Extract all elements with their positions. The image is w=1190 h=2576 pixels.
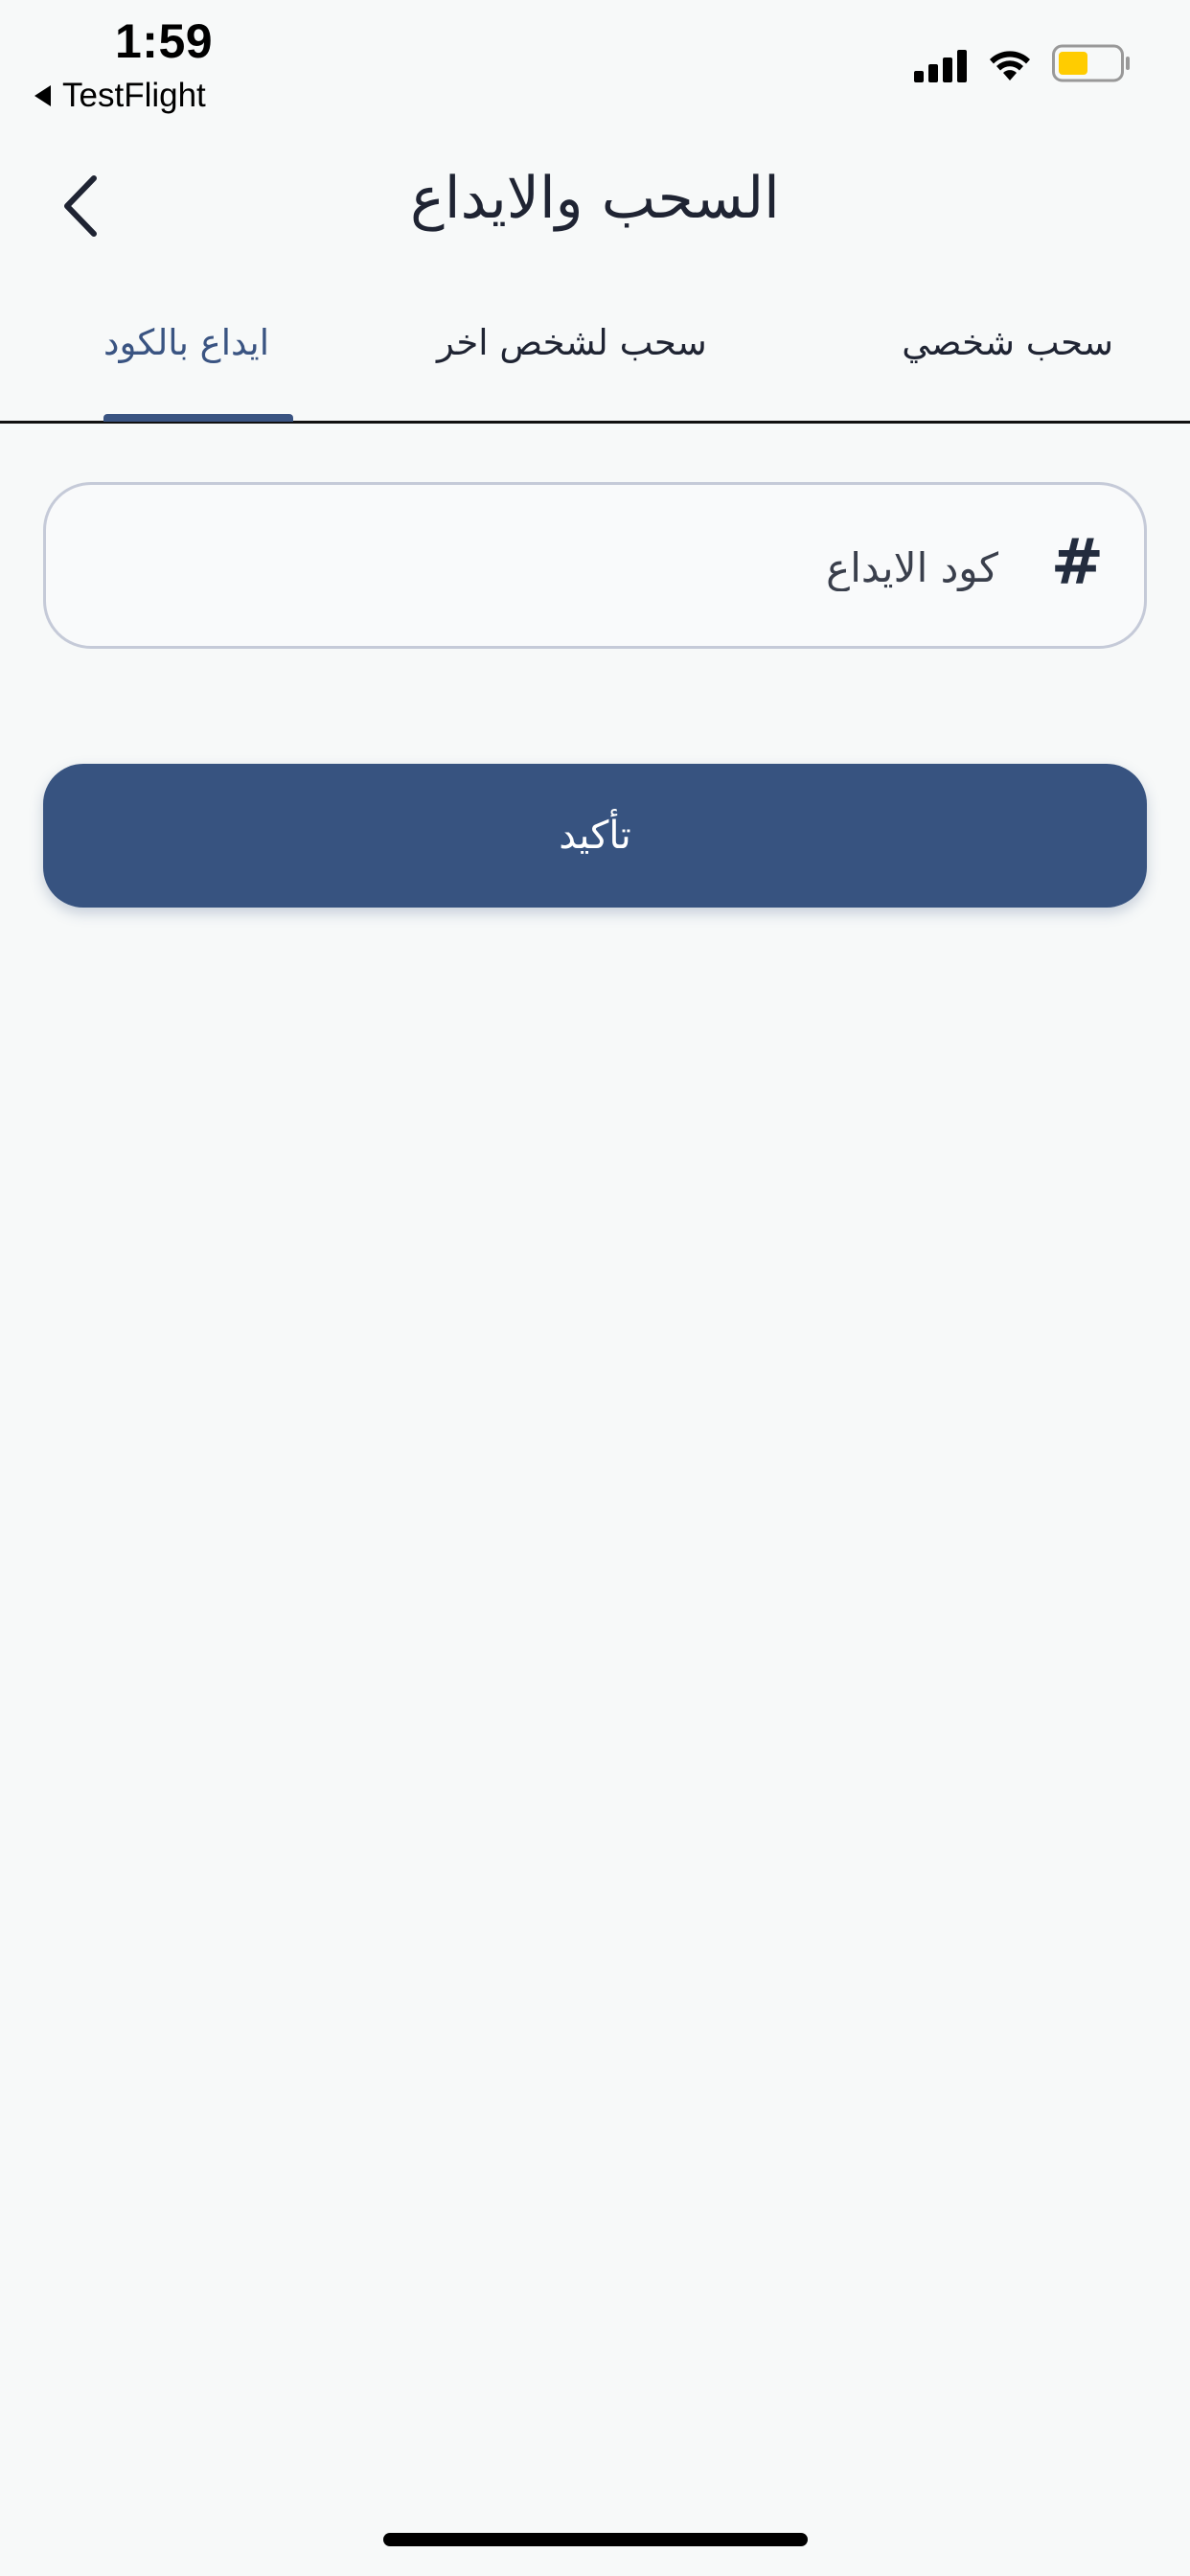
back-to-app-link[interactable]: TestFlight: [34, 77, 206, 115]
back-triangle-icon: [34, 85, 51, 106]
status-bar: 1:59 TestFlight: [0, 0, 1190, 125]
tab-withdraw-for-other[interactable]: سحب لشخص اخر: [437, 322, 707, 363]
tab-personal-withdraw[interactable]: سحب شخصي: [902, 322, 1113, 363]
deposit-code-input[interactable]: [84, 523, 1000, 611]
home-indicator[interactable]: [383, 2533, 808, 2546]
page-title: السحب والايداع: [410, 165, 780, 232]
status-time: 1:59: [115, 14, 214, 68]
back-app-label: TestFlight: [62, 77, 206, 114]
tab-bar: سحب شخصي سحب لشخص اخر ايداع بالكود: [0, 288, 1190, 424]
hash-icon: #: [1050, 525, 1104, 599]
nav-header: السحب والايداع: [0, 144, 1190, 268]
tab-deposit-by-code[interactable]: ايداع بالكود: [103, 322, 269, 363]
confirm-button[interactable]: تأكيد: [43, 764, 1147, 908]
deposit-code-field[interactable]: #: [43, 482, 1147, 649]
active-tab-indicator: [103, 414, 293, 422]
status-icons: [914, 44, 1131, 82]
battery-icon: [1052, 44, 1130, 82]
cellular-signal-icon: [914, 50, 967, 82]
wifi-icon: [990, 51, 1030, 80]
